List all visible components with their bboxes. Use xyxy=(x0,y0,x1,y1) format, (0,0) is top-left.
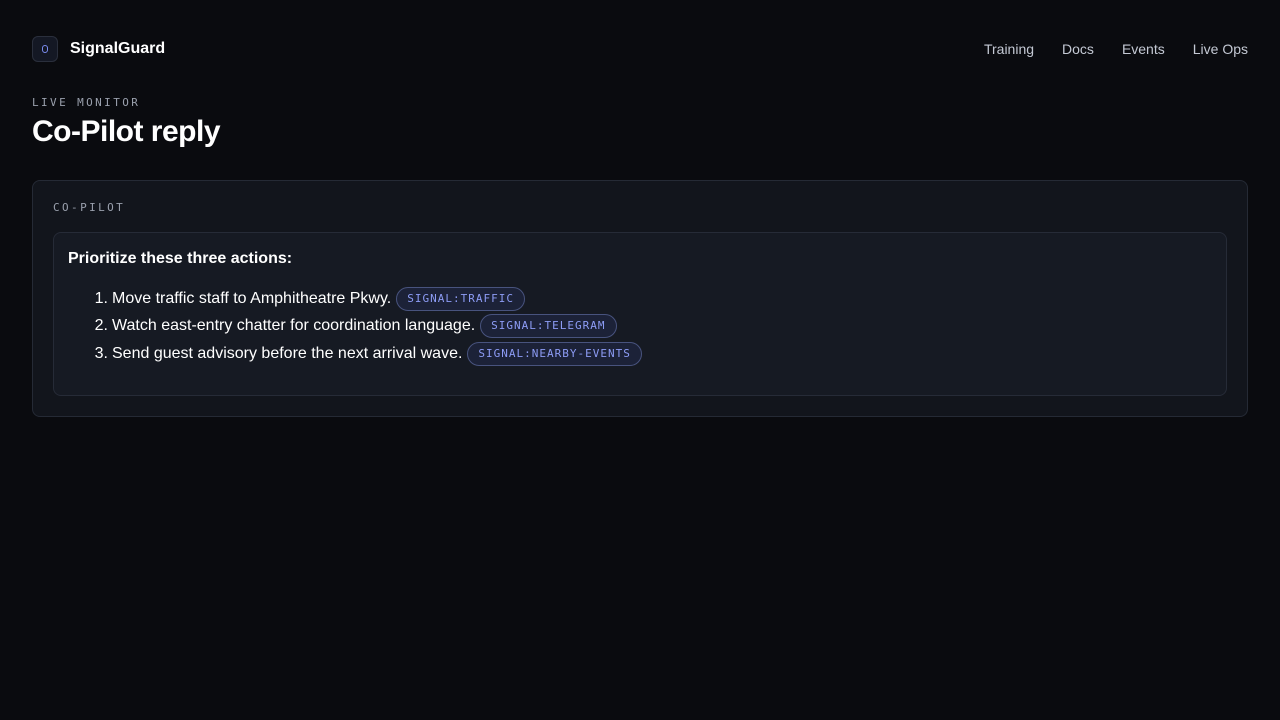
top-nav: Training Docs Events Live Ops xyxy=(984,41,1248,57)
message-heading: Prioritize these three actions: xyxy=(68,250,293,267)
action-number: 1. xyxy=(94,289,108,307)
action-number: 3. xyxy=(94,344,108,362)
list-item: 2. Watch east-entry chatter for coordina… xyxy=(68,313,642,341)
panel-label: CO-PILOT xyxy=(53,201,126,214)
action-text: Watch east-entry chatter for coordinatio… xyxy=(112,317,476,335)
nav-link-events[interactable]: Events xyxy=(1122,41,1165,57)
brand[interactable]: SignalGuard xyxy=(32,36,165,62)
signal-tag-telegram[interactable]: SIGNAL:TELEGRAM xyxy=(480,314,617,339)
nav-link-live-ops[interactable]: Live Ops xyxy=(1193,41,1248,57)
page-eyebrow: LIVE MONITOR xyxy=(32,96,141,109)
action-text: Move traffic staff to Amphitheatre Pkwy. xyxy=(112,289,392,307)
nav-link-docs[interactable]: Docs xyxy=(1062,41,1094,57)
page-title: Co-Pilot reply xyxy=(32,115,221,148)
signal-tag-nearby-events[interactable]: SIGNAL:NEARBY-EVENTS xyxy=(467,341,642,366)
action-number: 2. xyxy=(94,317,108,335)
logo-glyph xyxy=(42,45,48,53)
copilot-message: Prioritize these three actions: 1. Move … xyxy=(53,232,1227,396)
copilot-panel: CO-PILOT Prioritize these three actions:… xyxy=(32,180,1248,417)
list-item: 3. Send guest advisory before the next a… xyxy=(68,340,642,368)
brand-name[interactable]: SignalGuard xyxy=(70,40,165,58)
list-item: 1. Move traffic staff to Amphitheatre Pk… xyxy=(68,285,642,313)
action-list: 1. Move traffic staff to Amphitheatre Pk… xyxy=(68,285,642,368)
top-header: SignalGuard Training Docs Events Live Op… xyxy=(32,35,1248,63)
shield-icon xyxy=(32,36,58,62)
signal-tag-traffic[interactable]: SIGNAL:TRAFFIC xyxy=(396,286,525,311)
action-text: Send guest advisory before the next arri… xyxy=(112,344,463,362)
nav-link-training[interactable]: Training xyxy=(984,41,1034,57)
